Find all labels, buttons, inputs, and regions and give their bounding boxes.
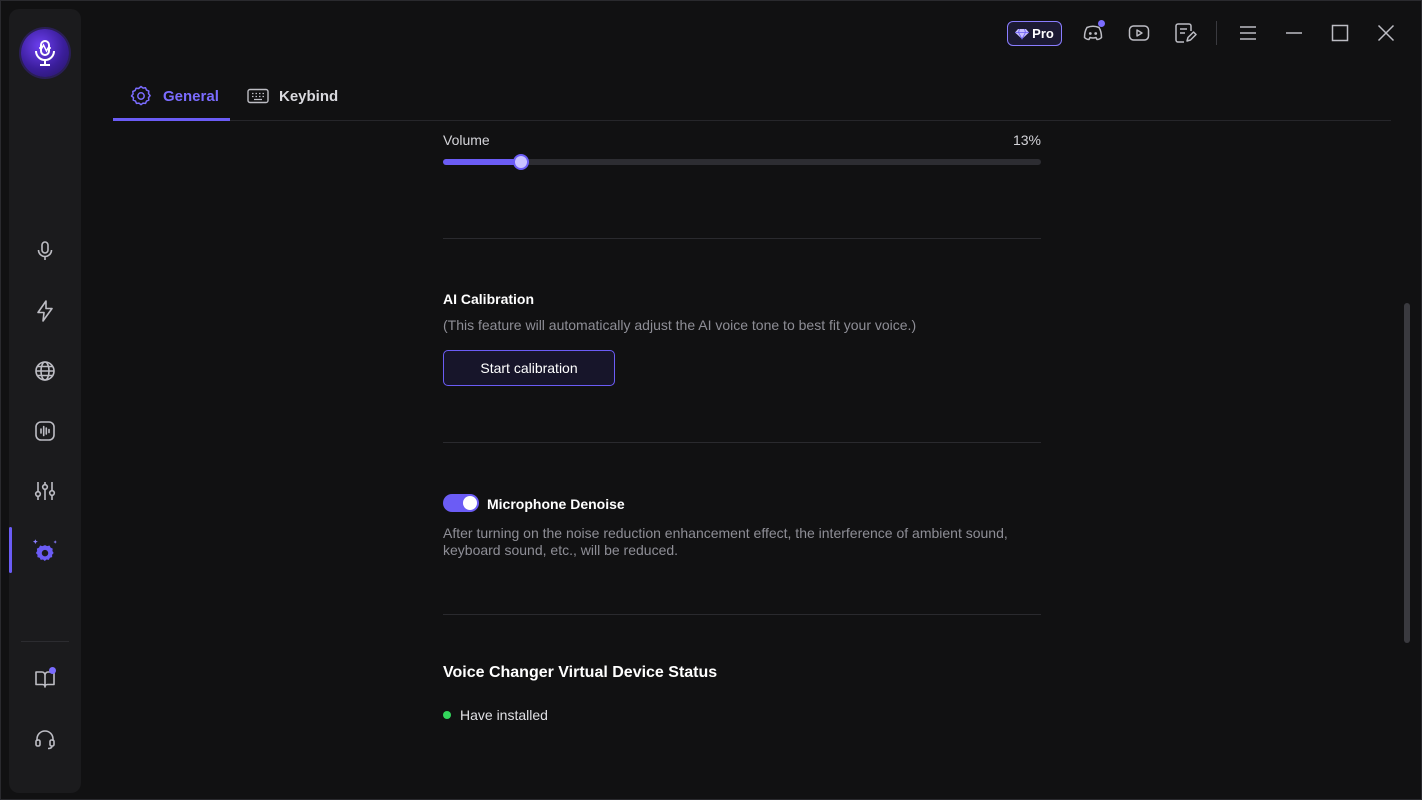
ai-calibration-title: AI Calibration	[443, 291, 535, 307]
volume-value: 13%	[1012, 132, 1041, 148]
notification-dot	[49, 667, 56, 674]
scrollbar-thumb[interactable]	[1404, 303, 1410, 643]
globe-icon	[35, 361, 55, 381]
sidebar-item-effects[interactable]	[9, 287, 81, 335]
divider	[443, 614, 1041, 615]
device-status-text: Have installed	[460, 707, 548, 723]
tab-general[interactable]: General	[129, 71, 219, 121]
feedback-button[interactable]	[1173, 21, 1197, 45]
notification-dot	[1098, 20, 1105, 27]
microphone-icon	[37, 241, 53, 260]
sidebar-item-mixer[interactable]	[9, 467, 81, 515]
sliders-icon	[34, 482, 56, 500]
tab-general-label: General	[163, 87, 219, 105]
app-window: Pro General Keybind Volume 13% AI Calibr…	[0, 0, 1422, 800]
denoise-toggle[interactable]	[443, 494, 479, 512]
maximize-icon	[1331, 24, 1349, 42]
feedback-icon	[1175, 23, 1197, 43]
maximize-button[interactable]	[1328, 21, 1352, 45]
start-calibration-button[interactable]: Start calibration	[443, 350, 615, 386]
settings-tabs: General Keybind	[113, 71, 1391, 121]
youtube-button[interactable]	[1127, 21, 1151, 45]
divider	[443, 442, 1041, 443]
device-status: Have installed	[443, 707, 548, 723]
active-tab-underline	[113, 118, 230, 121]
sidebar-item-soundboard[interactable]	[9, 407, 81, 455]
volume-row: Volume 13%	[443, 132, 1041, 148]
volume-label: Volume	[443, 132, 490, 148]
volume-slider-thumb[interactable]	[514, 156, 527, 168]
sidebar-item-guide[interactable]	[9, 655, 81, 703]
settings-icon	[32, 539, 57, 561]
minimize-button[interactable]	[1282, 21, 1306, 45]
titlebar-divider	[1216, 21, 1217, 45]
lightning-icon	[37, 300, 53, 322]
ai-calibration-description: (This feature will automatically adjust …	[443, 317, 917, 333]
pro-label: Pro	[1032, 26, 1054, 41]
discord-button[interactable]	[1081, 20, 1105, 45]
sidebar-item-translate[interactable]	[9, 347, 81, 395]
toggle-knob	[463, 496, 477, 510]
sidebar-item-support[interactable]	[9, 715, 81, 763]
denoise-title: Microphone Denoise	[487, 496, 625, 512]
tab-keybind[interactable]: Keybind	[247, 71, 338, 121]
volume-slider-fill	[443, 159, 521, 165]
menu-button[interactable]	[1236, 21, 1260, 45]
headset-icon	[35, 730, 55, 750]
status-dot	[443, 711, 451, 719]
divider	[443, 238, 1041, 239]
youtube-icon	[1128, 25, 1150, 41]
sidebar-divider	[21, 641, 69, 642]
pro-badge[interactable]: Pro	[1007, 21, 1062, 46]
app-logo[interactable]	[21, 29, 69, 77]
minimize-icon	[1286, 32, 1302, 34]
sidebar-item-voice[interactable]	[9, 227, 81, 275]
device-status-title: Voice Changer Virtual Device Status	[443, 664, 718, 681]
sidebar	[9, 9, 81, 793]
gear-icon	[130, 85, 151, 106]
keyboard-icon	[247, 88, 269, 104]
close-button[interactable]	[1374, 21, 1398, 45]
logo-microphone-icon	[35, 40, 55, 66]
scrollbar[interactable]	[1404, 121, 1410, 791]
tab-keybind-label: Keybind	[279, 87, 339, 105]
close-icon	[1377, 24, 1395, 42]
pro-gem-icon	[1015, 28, 1030, 40]
sidebar-item-settings[interactable]	[9, 527, 81, 575]
denoise-description: After turning on the noise reduction enh…	[443, 525, 1008, 558]
volume-slider[interactable]	[443, 156, 1041, 168]
soundwave-icon	[35, 421, 55, 441]
menu-icon	[1240, 26, 1256, 40]
